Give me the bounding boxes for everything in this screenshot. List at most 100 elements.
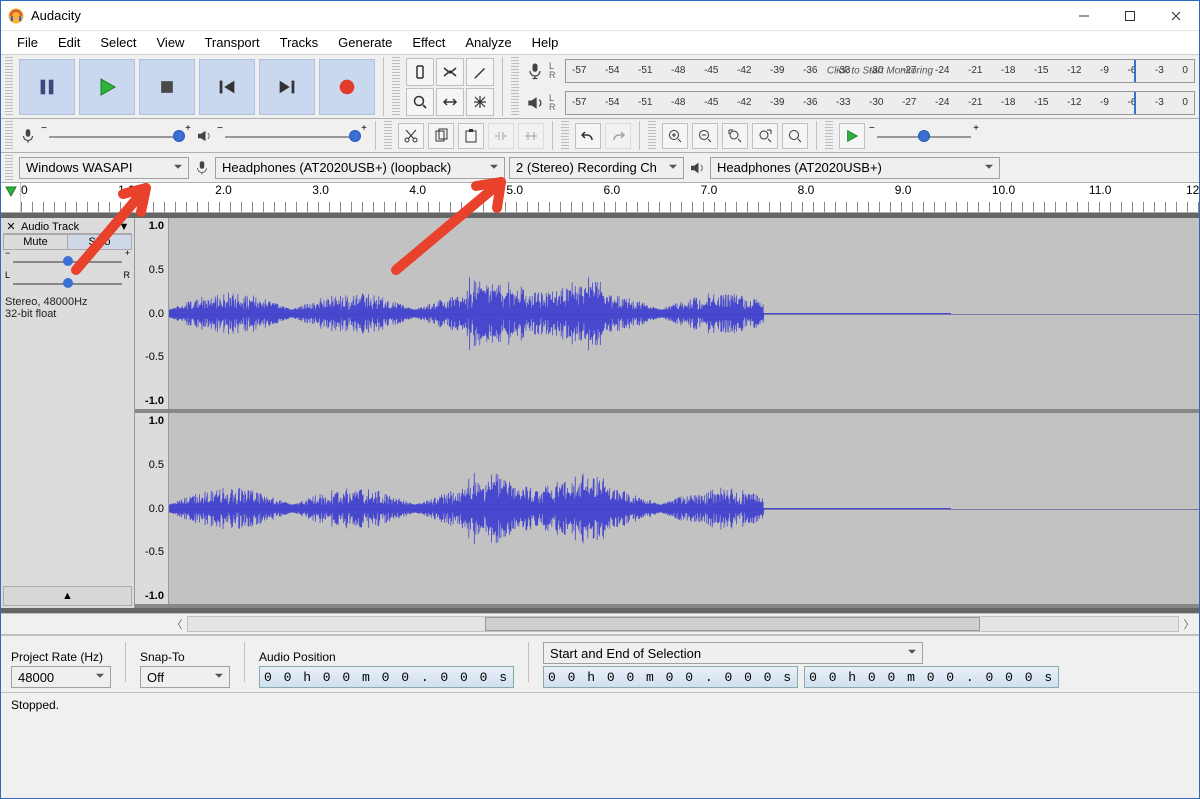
titlebar: Audacity [1,1,1199,31]
playback-device-select[interactable]: Headphones (AT2020USB+) [710,157,1000,179]
audio-position-field[interactable]: 0 0 h 0 0 m 0 0 . 0 0 0 s [259,666,514,688]
waveform-left[interactable] [169,218,1199,409]
paste-icon[interactable] [458,123,484,149]
redo-icon[interactable] [605,123,631,149]
menu-view[interactable]: View [147,33,195,52]
track-format-info: Stereo, 48000Hz 32-bit float [3,294,132,322]
track-pan-slider[interactable]: LR [7,276,128,290]
toolbar-grip[interactable] [561,121,569,150]
toolbar-grip[interactable] [511,57,519,116]
waveform-right[interactable] [169,413,1199,604]
selection-end-field[interactable]: 0 0 h 0 0 m 0 0 . 0 0 0 s [804,666,1059,688]
envelope-tool-icon[interactable] [436,58,464,86]
zoom-in-icon[interactable] [662,123,688,149]
menu-analyze[interactable]: Analyze [455,33,521,52]
device-toolbar: Windows WASAPI Headphones (AT2020USB+) (… [1,153,1199,183]
draw-tool-icon[interactable] [466,58,494,86]
menu-select[interactable]: Select [90,33,146,52]
fit-project-icon[interactable] [752,123,778,149]
stop-button[interactable] [139,59,195,115]
snap-to-label: Snap-To [140,650,230,664]
transport-toolbar: LR -57-54-51-48-45-42-39-36-33-30-27-24-… [1,55,1199,119]
scroll-left-icon[interactable]: 〈 [167,616,187,632]
track-menu-button[interactable]: ▼ [116,221,132,233]
scroll-right-icon[interactable]: 〉 [1179,616,1199,632]
snap-to-select[interactable]: Off [140,666,230,688]
undo-icon[interactable] [575,123,601,149]
audio-position-label: Audio Position [259,650,514,664]
zoom-toggle-icon[interactable] [782,123,808,149]
recording-device-select[interactable]: Headphones (AT2020USB+) (loopback) [215,157,505,179]
trim-icon[interactable] [488,123,514,149]
skip-end-button[interactable] [259,59,315,115]
recording-meter[interactable]: -57-54-51-48-45-42-39-36-33-30-27-24-21-… [565,59,1195,83]
menu-generate[interactable]: Generate [328,33,402,52]
maximize-button[interactable] [1107,1,1153,30]
zoom-tool-icon[interactable] [406,88,434,116]
edit-toolbar: −+ −+ −+ [1,119,1199,153]
play-button[interactable] [79,59,135,115]
timeline-ruler[interactable]: 01.02.03.04.05.06.07.08.09.010.011.012.0 [1,183,1199,213]
audio-host-select[interactable]: Windows WASAPI [19,157,189,179]
mic-icon [19,127,37,145]
pause-button[interactable] [19,59,75,115]
vertical-scale: 1.00.50.0-0.5-1.0 [135,218,169,409]
monitoring-hint: Click to Start Monitoring [827,65,933,76]
mute-button[interactable]: Mute [4,235,68,249]
toolbar-grip[interactable] [384,121,392,150]
status-text: Stopped. [11,698,59,712]
timeshift-tool-icon[interactable] [436,88,464,116]
selection-toolbar: Project Rate (Hz) 48000 Snap-To Off Audi… [1,635,1199,692]
skip-start-button[interactable] [199,59,255,115]
selection-type-select[interactable]: Start and End of Selection [543,642,923,664]
toolbar-grip[interactable] [825,121,833,150]
minimize-button[interactable] [1061,1,1107,30]
menu-transport[interactable]: Transport [194,33,269,52]
mic-icon [193,159,211,177]
multi-tool-icon[interactable] [466,88,494,116]
solo-button[interactable]: Solo [68,235,131,249]
pin-icon[interactable] [4,185,18,199]
recording-channels-select[interactable]: 2 (Stereo) Recording Ch [509,157,684,179]
project-rate-select[interactable]: 48000 [11,666,111,688]
recording-volume-slider[interactable]: −+ [41,123,191,149]
menu-edit[interactable]: Edit [48,33,90,52]
menu-tracks[interactable]: Tracks [270,33,329,52]
cut-icon[interactable] [398,123,424,149]
track-area: ✕ Audio Track ▼ Mute Solo −+ LR Stereo, … [1,213,1199,613]
zoom-out-icon[interactable] [692,123,718,149]
toolbar-grip[interactable] [5,155,13,180]
track-close-button[interactable]: ✕ [3,220,19,233]
track-collapse-button[interactable]: ▲ [3,586,132,606]
playback-volume-slider[interactable]: −+ [217,123,367,149]
selection-start-field[interactable]: 0 0 h 0 0 m 0 0 . 0 0 0 s [543,666,798,688]
silence-icon[interactable] [518,123,544,149]
speaker-icon [688,159,706,177]
track-control-panel: ✕ Audio Track ▼ Mute Solo −+ LR Stereo, … [1,218,135,608]
record-button[interactable] [319,59,375,115]
toolbar-grip[interactable] [5,57,13,116]
window-title: Audacity [31,8,81,23]
toolbar-grip[interactable] [5,121,13,150]
toolbar-grip[interactable] [392,57,400,116]
tool-grid [406,58,494,116]
vertical-scale: 1.00.50.0-0.5-1.0 [135,413,169,604]
toolbar-grip[interactable] [648,121,656,150]
copy-icon[interactable] [428,123,454,149]
play-at-speed-icon[interactable] [839,123,865,149]
menubar: File Edit Select View Transport Tracks G… [1,31,1199,55]
app-window: Audacity File Edit Select View Transport… [0,0,1200,799]
fit-selection-icon[interactable] [722,123,748,149]
close-button[interactable] [1153,1,1199,30]
horizontal-scrollbar[interactable]: 〈 〉 [1,613,1199,635]
menu-effect[interactable]: Effect [402,33,455,52]
track-gain-slider[interactable]: −+ [7,254,128,268]
playback-meter[interactable]: -57-54-51-48-45-42-39-36-33-30-27-24-21-… [565,91,1195,115]
menu-help[interactable]: Help [522,33,569,52]
track-title[interactable]: Audio Track [19,221,116,233]
status-bar: Stopped. [1,692,1199,716]
play-speed-slider[interactable]: −+ [869,123,979,149]
menu-file[interactable]: File [7,33,48,52]
selection-tool-icon[interactable] [406,58,434,86]
speaker-icon [195,127,213,145]
